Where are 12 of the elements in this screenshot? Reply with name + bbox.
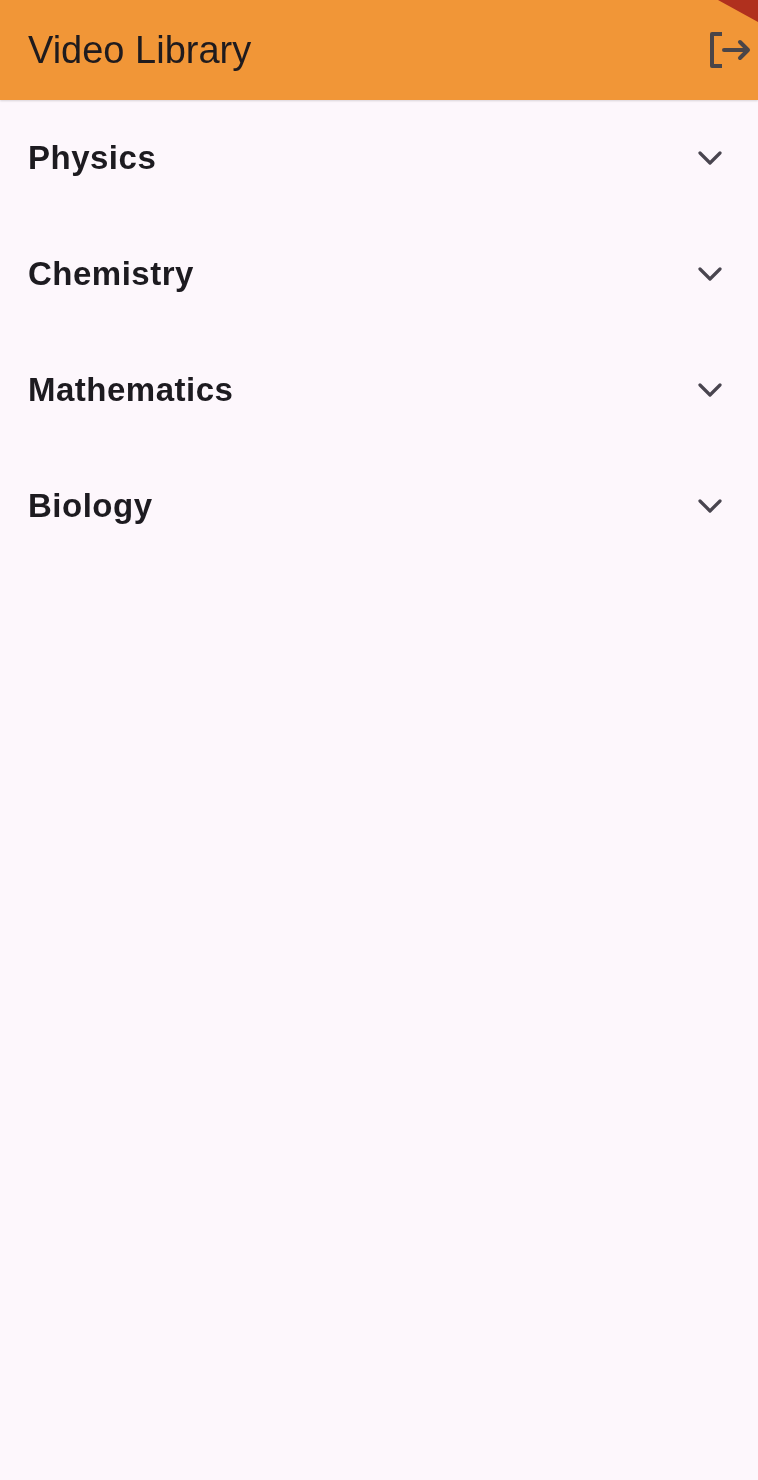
debug-banner — [718, 0, 758, 22]
subject-name: Chemistry — [28, 255, 194, 293]
subject-tile[interactable]: Chemistry — [0, 216, 758, 332]
subject-name: Biology — [28, 487, 153, 525]
subject-tile[interactable]: Physics — [0, 100, 758, 216]
subject-name: Mathematics — [28, 371, 234, 409]
subject-name: Physics — [28, 139, 157, 177]
subject-tile[interactable]: Mathematics — [0, 332, 758, 448]
app-title: Video Library — [28, 28, 252, 72]
logout-button[interactable] — [708, 30, 752, 70]
subject-tile[interactable]: Biology — [0, 448, 758, 564]
logout-icon — [708, 30, 752, 70]
